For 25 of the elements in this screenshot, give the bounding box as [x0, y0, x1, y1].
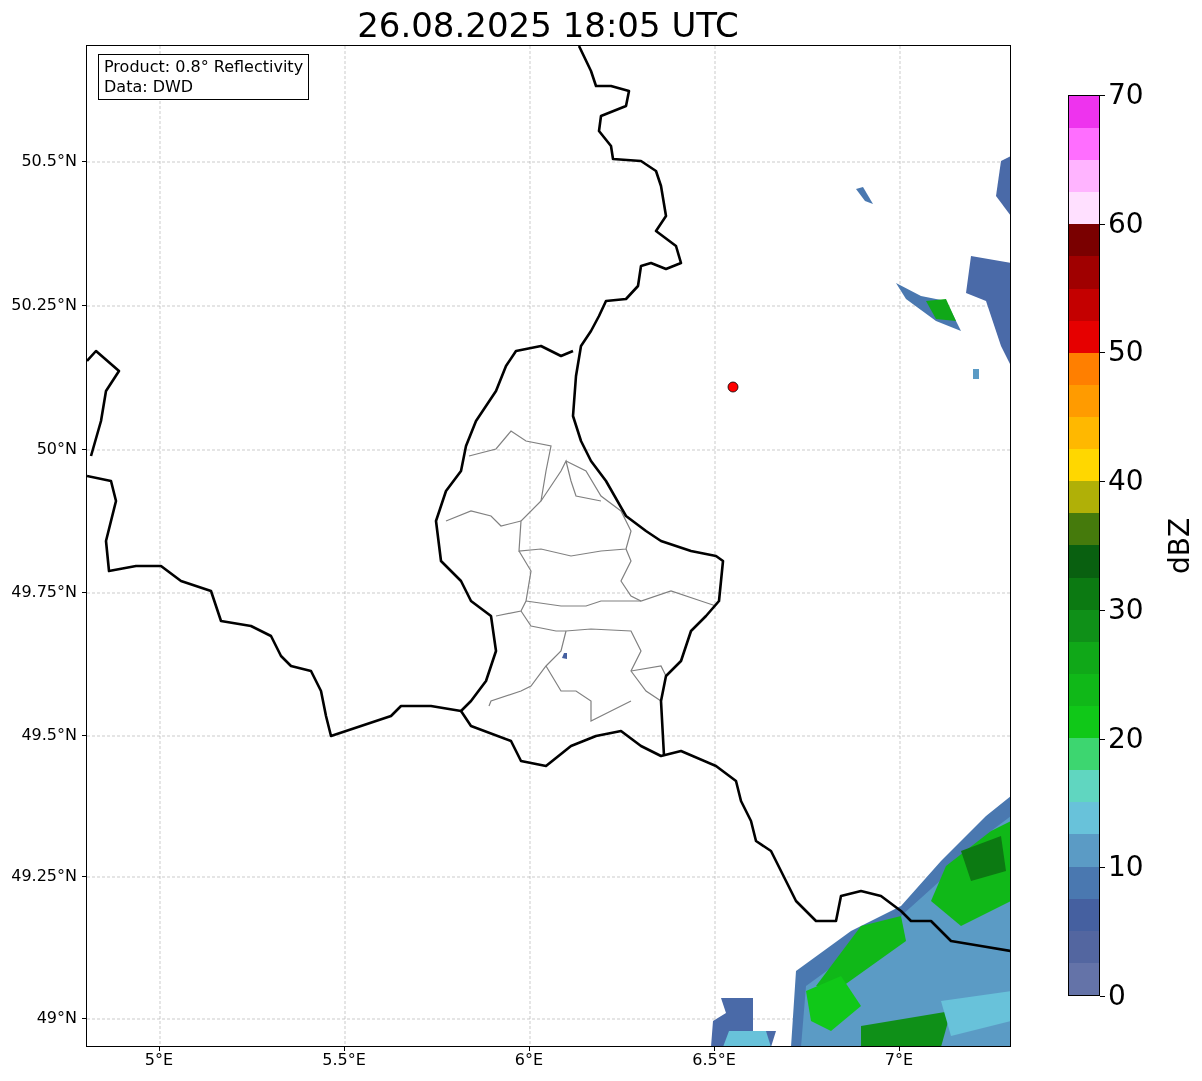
axis-label: 49.75°N — [11, 582, 77, 602]
axis-label: 50°N — [36, 439, 77, 459]
axis-label: 6.5°E — [691, 1050, 737, 1070]
chart-title: 26.08.2025 18:05 UTC — [356, 4, 740, 46]
colorbar-tick-label: 20 — [1108, 722, 1144, 755]
axis-label: 49°N — [36, 1008, 77, 1028]
axis-label: 5°E — [143, 1050, 175, 1070]
axis-label: 50.25°N — [11, 295, 77, 315]
colorbar-tick-label: 70 — [1108, 79, 1144, 111]
axis-label: 7°E — [883, 1050, 915, 1070]
axis-label: 49.5°N — [21, 725, 77, 745]
axis-label: 5.5°E — [321, 1050, 367, 1070]
colorbar-label: dBZ — [1164, 516, 1196, 576]
colorbar-tick-label: 10 — [1108, 851, 1144, 884]
axis-label: 50.5°N — [21, 151, 77, 171]
location-marker — [727, 381, 739, 393]
colorbar-tick-label: 60 — [1108, 207, 1144, 240]
info-text: Data: DWD — [104, 77, 195, 97]
colorbar-tick-label: 50 — [1108, 336, 1144, 369]
colorbar-tick-label: 30 — [1108, 593, 1144, 626]
axis-label: 6°E — [513, 1050, 545, 1070]
info-text: Product: 0.8° Reflectivity — [104, 57, 304, 77]
axis-label: 49.25°N — [11, 866, 77, 886]
colorbar-tick-label: 0 — [1108, 980, 1126, 1012]
colorbar-tick-label: 40 — [1108, 465, 1144, 498]
